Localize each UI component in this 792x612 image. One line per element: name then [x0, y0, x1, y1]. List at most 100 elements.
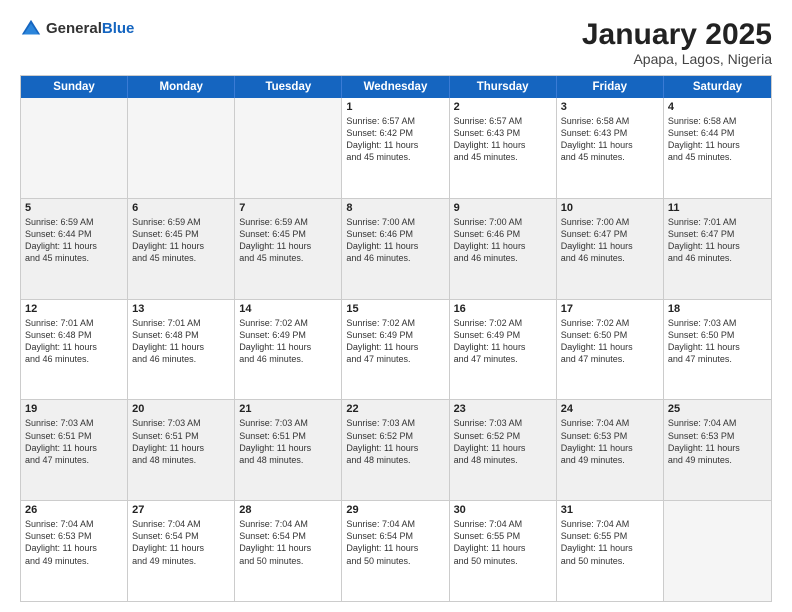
calendar-cell: 31Sunrise: 7:04 AM Sunset: 6:55 PM Dayli… — [557, 501, 664, 601]
day-number: 7 — [239, 202, 337, 214]
calendar-cell: 10 Sunrise: 7:00 AM Sunset: 6:47 PM Dayli… — [557, 199, 664, 299]
day-info: Sunrise: 7:00 AM Sunset: 6:47 PM Dayligh… — [561, 216, 659, 265]
day-number: 14 — [239, 303, 337, 315]
day-info: Sunrise: 7:01 AM Sunset: 6:47 PM Dayligh… — [668, 216, 767, 265]
day-number: 13 — [132, 303, 230, 315]
day-number: 22 — [346, 403, 444, 415]
day-number: 17 — [561, 303, 659, 315]
header-day-tuesday: Tuesday — [235, 76, 342, 98]
day-info: Sunrise: 7:01 AM Sunset: 6:48 PM Dayligh… — [132, 317, 230, 366]
day-number: 4 — [668, 101, 767, 113]
calendar-row-3: 19 Sunrise: 7:03 AM Sunset: 6:51 PM Dayli… — [21, 399, 771, 500]
header-day-monday: Monday — [128, 76, 235, 98]
day-info: Sunrise: 6:57 AM Sunset: 6:42 PM Dayligh… — [346, 115, 444, 164]
day-info: Sunrise: 7:03 AM Sunset: 6:52 PM Dayligh… — [454, 417, 552, 466]
header-day-thursday: Thursday — [450, 76, 557, 98]
day-info: Sunrise: 7:02 AM Sunset: 6:49 PM Dayligh… — [239, 317, 337, 366]
calendar-cell — [128, 98, 235, 198]
calendar-row-4: 26 Sunrise: 7:04 AM Sunset: 6:53 PM Dayli… — [21, 500, 771, 601]
day-number: 30 — [454, 504, 552, 516]
day-info: Sunrise: 7:02 AM Sunset: 6:50 PM Dayligh… — [561, 317, 659, 366]
day-info: Sunrise: 7:04 AM Sunset: 6:53 PM Dayligh… — [561, 417, 659, 466]
calendar-cell: 26 Sunrise: 7:04 AM Sunset: 6:53 PM Dayli… — [21, 501, 128, 601]
calendar-cell: 27Sunrise: 7:04 AM Sunset: 6:54 PM Dayli… — [128, 501, 235, 601]
day-number: 18 — [668, 303, 767, 315]
day-info: Sunrise: 7:03 AM Sunset: 6:51 PM Dayligh… — [239, 417, 337, 466]
calendar-cell: 9Sunrise: 7:00 AM Sunset: 6:46 PM Daylig… — [450, 199, 557, 299]
calendar-cell: 24 Sunrise: 7:04 AM Sunset: 6:53 PM Dayli… — [557, 400, 664, 500]
day-number: 19 — [25, 403, 123, 415]
day-info: Sunrise: 7:01 AM Sunset: 6:48 PM Dayligh… — [25, 317, 123, 366]
day-number: 15 — [346, 303, 444, 315]
day-number: 25 — [668, 403, 767, 415]
day-info: Sunrise: 6:59 AM Sunset: 6:45 PM Dayligh… — [132, 216, 230, 265]
day-number: 16 — [454, 303, 552, 315]
logo: GeneralBlue — [20, 18, 134, 40]
calendar-cell: 5 Sunrise: 6:59 AM Sunset: 6:44 PM Daylig… — [21, 199, 128, 299]
calendar-cell: 30Sunrise: 7:04 AM Sunset: 6:55 PM Dayli… — [450, 501, 557, 601]
day-number: 8 — [346, 202, 444, 214]
calendar-cell: 28Sunrise: 7:04 AM Sunset: 6:54 PM Dayli… — [235, 501, 342, 601]
day-info: Sunrise: 7:04 AM Sunset: 6:54 PM Dayligh… — [346, 518, 444, 567]
day-number: 5 — [25, 202, 123, 214]
day-number: 28 — [239, 504, 337, 516]
page-subtitle: Apapa, Lagos, Nigeria — [582, 51, 772, 67]
day-info: Sunrise: 7:03 AM Sunset: 6:52 PM Dayligh… — [346, 417, 444, 466]
calendar-cell: 11Sunrise: 7:01 AM Sunset: 6:47 PM Dayli… — [664, 199, 771, 299]
calendar-cell: 3 Sunrise: 6:58 AM Sunset: 6:43 PM Daylig… — [557, 98, 664, 198]
calendar-header: SundayMondayTuesdayWednesdayThursdayFrid… — [21, 76, 771, 98]
calendar-cell: 14 Sunrise: 7:02 AM Sunset: 6:49 PM Dayli… — [235, 300, 342, 400]
day-info: Sunrise: 7:00 AM Sunset: 6:46 PM Dayligh… — [454, 216, 552, 265]
calendar-cell: 7Sunrise: 6:59 AM Sunset: 6:45 PM Daylig… — [235, 199, 342, 299]
day-info: Sunrise: 7:03 AM Sunset: 6:50 PM Dayligh… — [668, 317, 767, 366]
calendar-row-2: 12 Sunrise: 7:01 AM Sunset: 6:48 PM Dayli… — [21, 299, 771, 400]
day-number: 26 — [25, 504, 123, 516]
header: GeneralBlue January 2025 Apapa, Lagos, N… — [20, 18, 772, 67]
day-number: 1 — [346, 101, 444, 113]
title-block: January 2025 Apapa, Lagos, Nigeria — [582, 18, 772, 67]
logo-text-general: General — [46, 20, 102, 37]
calendar-cell: 13 Sunrise: 7:01 AM Sunset: 6:48 PM Dayli… — [128, 300, 235, 400]
calendar-cell — [664, 501, 771, 601]
day-info: Sunrise: 6:58 AM Sunset: 6:43 PM Dayligh… — [561, 115, 659, 164]
page-title: January 2025 — [582, 18, 772, 51]
calendar-cell: 22 Sunrise: 7:03 AM Sunset: 6:52 PM Dayli… — [342, 400, 449, 500]
page: GeneralBlue January 2025 Apapa, Lagos, N… — [0, 0, 792, 612]
calendar-cell: 19 Sunrise: 7:03 AM Sunset: 6:51 PM Dayli… — [21, 400, 128, 500]
day-number: 27 — [132, 504, 230, 516]
calendar-cell: 20 Sunrise: 7:03 AM Sunset: 6:51 PM Dayli… — [128, 400, 235, 500]
day-info: Sunrise: 6:58 AM Sunset: 6:44 PM Dayligh… — [668, 115, 767, 164]
calendar-cell: 17 Sunrise: 7:02 AM Sunset: 6:50 PM Dayli… — [557, 300, 664, 400]
header-day-friday: Friday — [557, 76, 664, 98]
day-number: 2 — [454, 101, 552, 113]
calendar-cell: 15 Sunrise: 7:02 AM Sunset: 6:49 PM Dayli… — [342, 300, 449, 400]
calendar-cell: 4 Sunrise: 6:58 AM Sunset: 6:44 PM Daylig… — [664, 98, 771, 198]
calendar-cell: 2Sunrise: 6:57 AM Sunset: 6:43 PM Daylig… — [450, 98, 557, 198]
logo-icon — [20, 18, 42, 40]
day-number: 20 — [132, 403, 230, 415]
day-number: 6 — [132, 202, 230, 214]
day-number: 3 — [561, 101, 659, 113]
calendar-cell: 21Sunrise: 7:03 AM Sunset: 6:51 PM Dayli… — [235, 400, 342, 500]
calendar-row-1: 5 Sunrise: 6:59 AM Sunset: 6:44 PM Daylig… — [21, 198, 771, 299]
day-number: 31 — [561, 504, 659, 516]
calendar-cell: 16Sunrise: 7:02 AM Sunset: 6:49 PM Dayli… — [450, 300, 557, 400]
calendar-cell: 12 Sunrise: 7:01 AM Sunset: 6:48 PM Dayli… — [21, 300, 128, 400]
day-number: 12 — [25, 303, 123, 315]
day-info: Sunrise: 7:03 AM Sunset: 6:51 PM Dayligh… — [132, 417, 230, 466]
day-info: Sunrise: 7:02 AM Sunset: 6:49 PM Dayligh… — [346, 317, 444, 366]
day-info: Sunrise: 7:04 AM Sunset: 6:53 PM Dayligh… — [25, 518, 123, 567]
calendar-row-0: 1 Sunrise: 6:57 AM Sunset: 6:42 PM Daylig… — [21, 98, 771, 198]
calendar-cell: 6 Sunrise: 6:59 AM Sunset: 6:45 PM Daylig… — [128, 199, 235, 299]
day-number: 10 — [561, 202, 659, 214]
day-number: 24 — [561, 403, 659, 415]
calendar-cell: 8Sunrise: 7:00 AM Sunset: 6:46 PM Daylig… — [342, 199, 449, 299]
header-day-sunday: Sunday — [21, 76, 128, 98]
calendar-cell: 23Sunrise: 7:03 AM Sunset: 6:52 PM Dayli… — [450, 400, 557, 500]
day-number: 29 — [346, 504, 444, 516]
calendar-cell — [235, 98, 342, 198]
day-info: Sunrise: 7:03 AM Sunset: 6:51 PM Dayligh… — [25, 417, 123, 466]
calendar-cell — [21, 98, 128, 198]
day-info: Sunrise: 7:04 AM Sunset: 6:53 PM Dayligh… — [668, 417, 767, 466]
day-info: Sunrise: 6:59 AM Sunset: 6:44 PM Dayligh… — [25, 216, 123, 265]
